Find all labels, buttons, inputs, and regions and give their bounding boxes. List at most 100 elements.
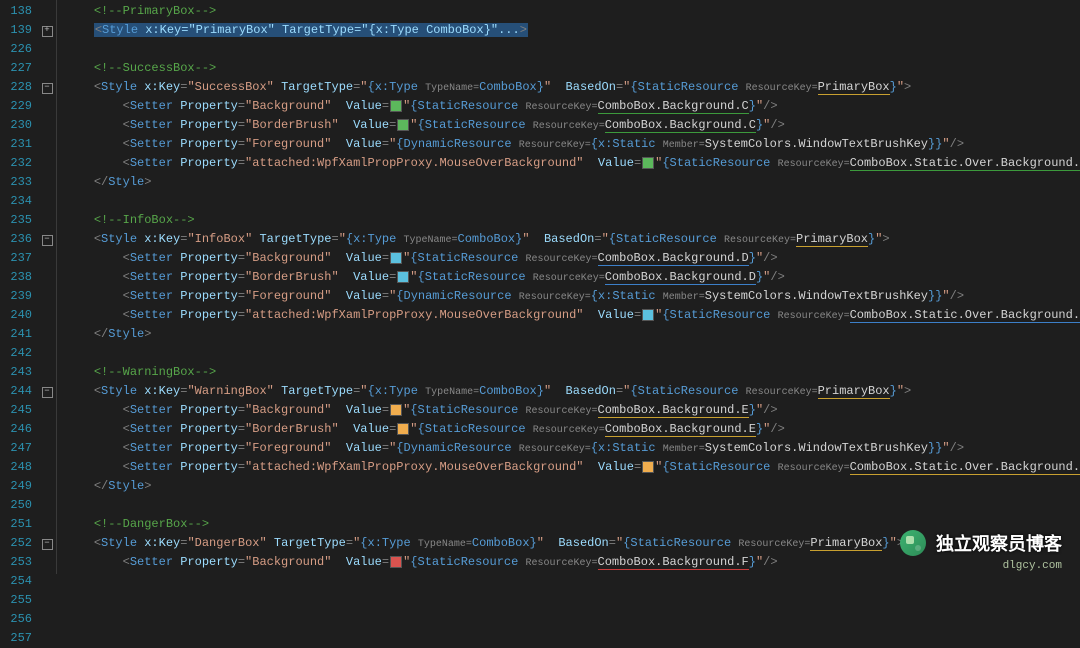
fold-cell[interactable]: − xyxy=(38,78,56,97)
code-line[interactable] xyxy=(65,496,1080,515)
line-number: 255 xyxy=(0,591,32,610)
line-number: 233 xyxy=(0,173,32,192)
code-line[interactable]: <Setter Property="Foreground" Value="{Dy… xyxy=(65,135,1080,154)
line-number: 243 xyxy=(0,363,32,382)
line-number: 235 xyxy=(0,211,32,230)
fold-cell[interactable] xyxy=(38,629,56,648)
fold-cell[interactable] xyxy=(38,458,56,477)
watermark-text: 独立观察员博客 xyxy=(936,530,1062,556)
code-line[interactable]: <Setter Property="Background" Value="{St… xyxy=(65,401,1080,420)
code-line[interactable]: </Style> xyxy=(65,477,1080,496)
fold-cell[interactable] xyxy=(38,40,56,59)
fold-cell[interactable] xyxy=(38,2,56,21)
fold-cell[interactable] xyxy=(38,439,56,458)
code-line[interactable]: <Setter Property="attached:WpfXamlPropPr… xyxy=(65,458,1080,477)
code-line[interactable]: <Style x:Key="PrimaryBox" TargetType="{x… xyxy=(65,21,1080,40)
fold-cell[interactable] xyxy=(38,268,56,287)
code-line[interactable]: <Setter Property="BorderBrush" Value="{S… xyxy=(65,420,1080,439)
fold-cell[interactable] xyxy=(38,211,56,230)
code-line[interactable]: <!--InfoBox--> xyxy=(65,211,1080,230)
fold-cell[interactable] xyxy=(38,477,56,496)
code-line[interactable]: <Setter Property="attached:WpfXamlPropPr… xyxy=(65,154,1080,173)
watermark: 独立观察员博客 xyxy=(900,530,1062,556)
fold-cell[interactable] xyxy=(38,363,56,382)
fold-collapse-icon[interactable]: − xyxy=(42,83,53,94)
code-line[interactable]: <Setter Property="BorderBrush" Value="{S… xyxy=(65,268,1080,287)
fold-cell[interactable] xyxy=(38,610,56,629)
line-number: 139 xyxy=(0,21,32,40)
code-line[interactable]: <Setter Property="Foreground" Value="{Dy… xyxy=(65,439,1080,458)
line-number: 228 xyxy=(0,78,32,97)
fold-cell[interactable] xyxy=(38,97,56,116)
code-line[interactable]: <Setter Property="Background" Value="{St… xyxy=(65,249,1080,268)
fold-gutter[interactable]: + − − − − xyxy=(38,0,57,574)
line-number: 252 xyxy=(0,534,32,553)
code-editor[interactable]: 1381392262272282292302312322332342352362… xyxy=(0,0,1080,574)
fold-collapse-icon[interactable]: − xyxy=(42,235,53,246)
line-number: 238 xyxy=(0,268,32,287)
fold-cell[interactable] xyxy=(38,553,56,572)
line-number: 237 xyxy=(0,249,32,268)
fold-cell[interactable] xyxy=(38,591,56,610)
fold-cell[interactable] xyxy=(38,325,56,344)
code-line[interactable]: </Style> xyxy=(65,173,1080,192)
code-line[interactable]: <Setter Property="BorderBrush" Value="{S… xyxy=(65,116,1080,135)
line-number: 250 xyxy=(0,496,32,515)
code-line[interactable]: <Style x:Key="InfoBox" TargetType="{x:Ty… xyxy=(65,230,1080,249)
line-number: 251 xyxy=(0,515,32,534)
line-number: 246 xyxy=(0,420,32,439)
line-number: 138 xyxy=(0,2,32,21)
code-line[interactable] xyxy=(65,40,1080,59)
code-area[interactable]: <!--PrimaryBox--> <Style x:Key="PrimaryB… xyxy=(57,0,1080,574)
line-number: 236 xyxy=(0,230,32,249)
fold-cell[interactable] xyxy=(38,401,56,420)
fold-cell[interactable]: − xyxy=(38,230,56,249)
fold-cell[interactable] xyxy=(38,496,56,515)
fold-cell[interactable] xyxy=(38,135,56,154)
line-number: 254 xyxy=(0,572,32,591)
line-number: 231 xyxy=(0,135,32,154)
fold-collapse-icon[interactable]: − xyxy=(42,539,53,550)
code-line[interactable]: <!--SuccessBox--> xyxy=(65,59,1080,78)
line-number: 241 xyxy=(0,325,32,344)
fold-cell[interactable] xyxy=(38,192,56,211)
fold-cell[interactable] xyxy=(38,287,56,306)
fold-cell[interactable] xyxy=(38,249,56,268)
fold-cell[interactable]: − xyxy=(38,382,56,401)
code-line[interactable]: </Style> xyxy=(65,325,1080,344)
fold-cell[interactable] xyxy=(38,344,56,363)
code-line[interactable]: <!--WarningBox--> xyxy=(65,363,1080,382)
code-line[interactable]: <Style x:Key="SuccessBox" TargetType="{x… xyxy=(65,78,1080,97)
fold-cell[interactable] xyxy=(38,420,56,439)
line-number: 257 xyxy=(0,629,32,648)
fold-cell[interactable] xyxy=(38,116,56,135)
fold-cell[interactable] xyxy=(38,306,56,325)
code-line[interactable] xyxy=(65,192,1080,211)
line-number: 247 xyxy=(0,439,32,458)
line-number: 242 xyxy=(0,344,32,363)
code-line[interactable]: <Setter Property="Foreground" Value="{Dy… xyxy=(65,287,1080,306)
watermark-sub: dlgcy.com xyxy=(1003,560,1062,572)
fold-cell[interactable] xyxy=(38,173,56,192)
line-number: 239 xyxy=(0,287,32,306)
fold-cell[interactable] xyxy=(38,59,56,78)
fold-cell[interactable]: − xyxy=(38,534,56,553)
line-number: 253 xyxy=(0,553,32,572)
fold-expand-icon[interactable]: + xyxy=(42,26,53,37)
fold-collapse-icon[interactable]: − xyxy=(42,387,53,398)
code-line[interactable]: <!--PrimaryBox--> xyxy=(65,2,1080,21)
line-number: 229 xyxy=(0,97,32,116)
fold-cell[interactable] xyxy=(38,154,56,173)
fold-cell[interactable] xyxy=(38,572,56,591)
wechat-icon xyxy=(900,530,926,556)
code-line[interactable]: <Setter Property="Background" Value="{St… xyxy=(65,97,1080,116)
code-line[interactable] xyxy=(65,344,1080,363)
line-number: 248 xyxy=(0,458,32,477)
line-number: 256 xyxy=(0,610,32,629)
fold-cell[interactable]: + xyxy=(38,21,56,40)
code-line[interactable]: <Style x:Key="WarningBox" TargetType="{x… xyxy=(65,382,1080,401)
code-line[interactable]: <Setter Property="attached:WpfXamlPropPr… xyxy=(65,306,1080,325)
line-number: 232 xyxy=(0,154,32,173)
fold-cell[interactable] xyxy=(38,515,56,534)
line-number: 245 xyxy=(0,401,32,420)
